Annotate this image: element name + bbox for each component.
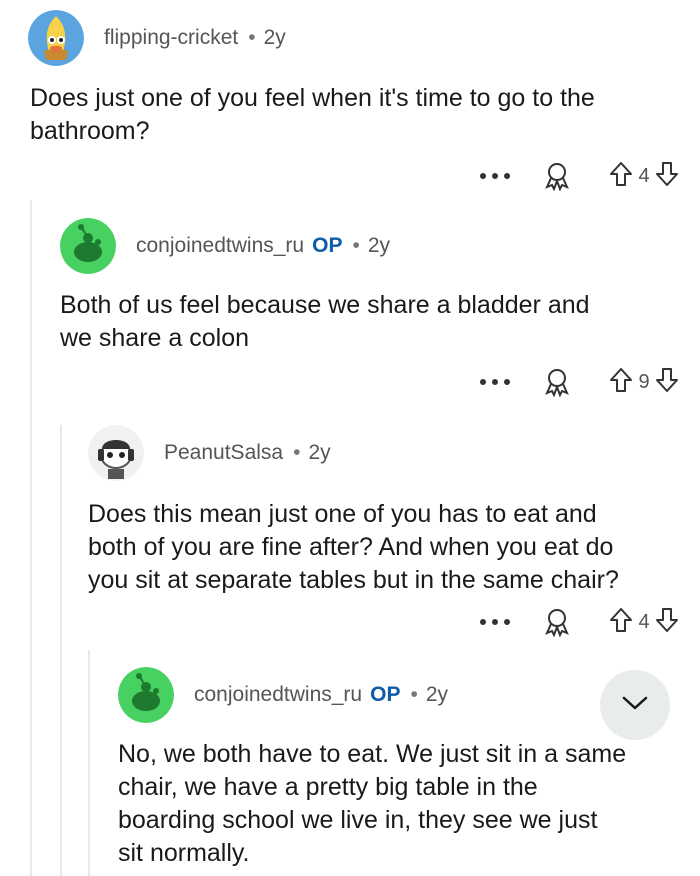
vote-controls: 4: [608, 606, 680, 639]
comment-header: PeanutSalsa • 2y: [88, 425, 331, 481]
thread-line-level-2[interactable]: [60, 425, 62, 876]
comment-age: 2y: [308, 441, 331, 464]
comment-body-line: Both of us feel because we share a bladd…: [60, 291, 590, 319]
upvote-icon[interactable]: [608, 160, 634, 193]
scroll-down-button[interactable]: [600, 670, 670, 740]
vote-controls: 9: [608, 366, 680, 399]
comment-body: No, we both have to eat. We just sit in …: [118, 738, 626, 870]
comment-body-line: you sit at separate tables but in the sa…: [88, 566, 619, 594]
comment-body-line: Does this mean just one of you has to ea…: [88, 500, 597, 528]
comment-body-line: chair, we have a pretty big table in the: [118, 773, 538, 801]
vote-controls: 4: [608, 160, 680, 193]
comment-body-line: Does just one of you feel when it's time…: [30, 84, 595, 112]
comment-header: flipping-cricket • 2y: [28, 10, 286, 66]
thread-line-level-1[interactable]: [30, 200, 32, 876]
snoo-green-avatar-icon[interactable]: [60, 218, 116, 274]
vote-count: 4: [638, 164, 650, 187]
comment-username[interactable]: flipping-cricket: [104, 26, 238, 50]
meta-separator: •: [410, 683, 418, 706]
vote-count: 9: [638, 370, 650, 393]
award-icon[interactable]: [542, 367, 572, 397]
comment-body-line: both of you are fine after? And when you…: [88, 533, 614, 561]
comment-body: Does this mean just one of you has to ea…: [88, 498, 619, 597]
downvote-icon[interactable]: [654, 606, 680, 639]
comment-age: 2y: [425, 683, 448, 706]
comment-username[interactable]: conjoinedtwins_ru: [136, 234, 304, 258]
more-options-icon[interactable]: [480, 619, 510, 625]
op-badge: OP: [312, 234, 343, 257]
snoo-green-avatar-icon[interactable]: [118, 667, 174, 723]
comment-age: 2y: [263, 26, 286, 49]
meta-separator: •: [293, 441, 301, 464]
comment-body-line: we share a colon: [60, 324, 250, 352]
meta-separator: •: [352, 234, 360, 257]
comment-username[interactable]: PeanutSalsa: [164, 441, 283, 465]
vote-count: 4: [638, 610, 650, 633]
comment-actions: 4: [480, 604, 680, 640]
downvote-icon[interactable]: [654, 366, 680, 399]
op-badge: OP: [370, 683, 401, 706]
comment-body: Both of us feel because we share a bladd…: [60, 289, 590, 355]
downvote-icon[interactable]: [654, 160, 680, 193]
comment-header: conjoinedtwins_ru OP • 2y: [118, 667, 448, 723]
comment-body-line: boarding school we live in, they see we …: [118, 806, 598, 834]
comment-body-line: No, we both have to eat. We just sit in …: [118, 740, 627, 768]
snoo-yellow-avatar-icon[interactable]: [28, 10, 84, 66]
meta-separator: •: [248, 26, 256, 49]
more-options-icon[interactable]: [480, 379, 510, 385]
comment-actions: 4: [480, 158, 680, 194]
comment-actions: 9: [480, 364, 680, 400]
comment-age: 2y: [367, 234, 390, 257]
chevron-down-icon: [621, 694, 649, 717]
award-icon[interactable]: [542, 161, 572, 191]
comment-header: conjoinedtwins_ru OP • 2y: [60, 218, 390, 274]
comment-body-line: bathroom?: [30, 117, 150, 145]
upvote-icon[interactable]: [608, 606, 634, 639]
comment-body-line: sit normally.: [118, 839, 250, 867]
thread-line-level-3[interactable]: [88, 650, 90, 876]
award-icon[interactable]: [542, 607, 572, 637]
comment-username[interactable]: conjoinedtwins_ru: [194, 683, 362, 707]
more-options-icon[interactable]: [480, 173, 510, 179]
snoo-headphones-avatar-icon[interactable]: [88, 425, 144, 481]
comment-body: Does just one of you feel when it's time…: [30, 82, 595, 148]
upvote-icon[interactable]: [608, 366, 634, 399]
